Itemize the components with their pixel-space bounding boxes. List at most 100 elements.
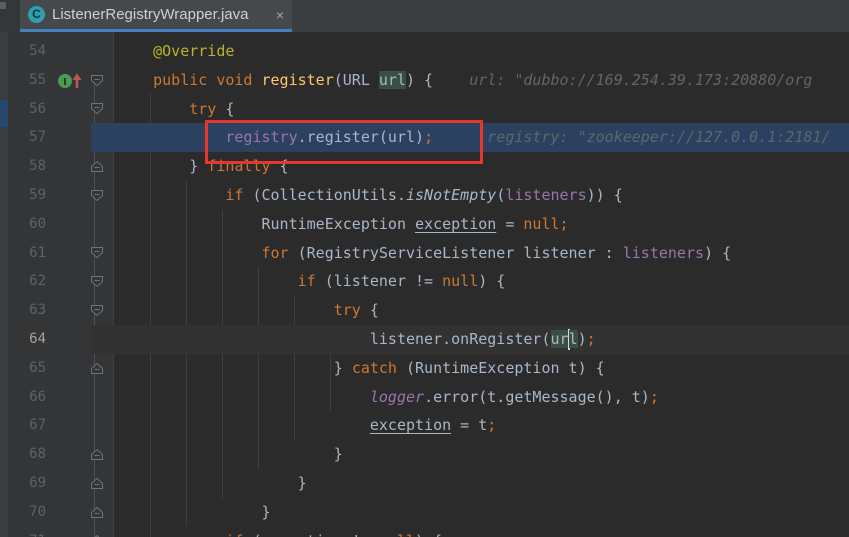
code-line: 66 logger.error(t.getMessage(), t); [0, 383, 849, 412]
code-line: 63 try { [0, 296, 849, 325]
fold-marker[interactable] [83, 267, 117, 296]
ide-editor-window: C ListenerRegistryWrapper.java × 54 @Ove… [0, 0, 849, 537]
code-token: (listener != [316, 272, 442, 290]
code-text[interactable]: if (CollectionUtils.isNotEmpty(listeners… [117, 181, 849, 210]
code-text[interactable]: } [117, 469, 849, 498]
code-text[interactable]: try { [117, 95, 849, 124]
code-text[interactable]: if (listener != null) { [117, 267, 849, 296]
fold-marker[interactable] [83, 296, 117, 325]
code-token: .register(url) [298, 128, 424, 146]
code-text[interactable]: @Override [117, 37, 849, 66]
project-selection-highlight [0, 100, 8, 127]
fold-spacer [83, 383, 117, 412]
project-panel-edge[interactable] [0, 32, 8, 537]
fold-marker[interactable] [83, 469, 117, 498]
code-text[interactable]: } finally { [117, 152, 849, 181]
code-token [252, 71, 261, 89]
code-token: if [298, 272, 316, 290]
fold-marker[interactable] [83, 181, 117, 210]
code-text[interactable]: public void register(URL url) { url: "du… [117, 66, 849, 95]
code-text[interactable]: listener.onRegister(url); [117, 325, 849, 354]
debugger-inline-hint: url: "dubbo://169.254.39.173:20880/org [433, 71, 812, 89]
code-text[interactable]: registry.register(url); registry: "zooke… [117, 123, 849, 152]
chevron-down-fold-icon [90, 189, 104, 202]
editor-tab[interactable]: C ListenerRegistryWrapper.java × [20, 0, 292, 29]
code-line: 71 if (exception != null) { [0, 527, 849, 537]
code-line: 65 } catch (RuntimeException t) { [0, 354, 849, 383]
code-token: ; [487, 416, 496, 434]
code-token: ) { [415, 532, 442, 537]
chevron-down-fold-icon [90, 275, 104, 288]
fold-marker[interactable] [83, 152, 117, 181]
chevron-down-fold-icon [90, 246, 104, 259]
fold-spacer [83, 325, 117, 354]
code-token: url [379, 71, 406, 89]
code-token: } [189, 157, 207, 175]
code-text[interactable]: } catch (RuntimeException t) { [117, 354, 849, 383]
fold-marker[interactable] [83, 66, 117, 95]
fold-marker[interactable] [83, 95, 117, 124]
fold-spacer [83, 411, 117, 440]
code-text[interactable]: try { [117, 296, 849, 325]
tab-close-icon[interactable]: × [276, 8, 284, 22]
code-token: listeners [505, 186, 586, 204]
fold-marker[interactable] [83, 440, 117, 469]
code-token: ; [424, 128, 433, 146]
gutter-icon-spacer [49, 411, 83, 440]
chevron-up-fold-icon [90, 506, 104, 519]
code-token: RuntimeException [262, 215, 416, 233]
code-text[interactable]: } [117, 440, 849, 469]
override-gutter-cell[interactable]: I [49, 66, 83, 95]
code-token: ) { [704, 244, 731, 262]
code-token: ; [587, 330, 596, 348]
code-text[interactable]: exception = t; [117, 411, 849, 440]
code-token: @Override [153, 42, 234, 60]
gutter-icon-spacer [49, 354, 83, 383]
gutter-icon-spacer [49, 181, 83, 210]
gutter-icon-spacer [49, 469, 83, 498]
fold-marker[interactable] [83, 239, 117, 268]
code-text[interactable]: if (exception != null) { [117, 527, 849, 537]
code-token [207, 71, 216, 89]
code-text[interactable]: RuntimeException exception = null; [117, 210, 849, 239]
code-token: exception [262, 532, 343, 537]
code-line: 64 listener.onRegister(url); [0, 325, 849, 354]
code-editor-area[interactable]: 54 @Override55I public void register(URL… [0, 37, 849, 537]
code-token: exception [370, 416, 451, 434]
fold-marker[interactable] [83, 527, 117, 537]
code-line: 67 exception = t; [0, 411, 849, 440]
editor-tab-bar: C ListenerRegistryWrapper.java × [0, 0, 849, 32]
code-token: = t [451, 416, 487, 434]
code-token: ) [578, 330, 587, 348]
code-line: 55I public void register(URL url) { url:… [0, 66, 849, 95]
code-token: { [216, 100, 234, 118]
code-token: if [225, 186, 243, 204]
code-text[interactable]: } [117, 498, 849, 527]
gutter-icon-spacer [49, 440, 83, 469]
code-token: } [262, 503, 271, 521]
code-line: 68 } [0, 440, 849, 469]
code-text[interactable]: for (RegistryServiceListener listener : … [117, 239, 849, 268]
code-token: null [379, 532, 415, 537]
code-token: logger [370, 388, 424, 406]
svg-text:I: I [63, 77, 67, 88]
code-token: try [189, 100, 216, 118]
chevron-down-fold-icon [90, 102, 104, 115]
code-token: (RuntimeException t) { [397, 359, 605, 377]
code-line: 54 @Override [0, 37, 849, 66]
code-line: 69 } [0, 469, 849, 498]
code-text[interactable]: logger.error(t.getMessage(), t); [117, 383, 849, 412]
fold-marker[interactable] [83, 498, 117, 527]
java-class-icon: C [28, 6, 45, 23]
fold-marker[interactable] [83, 354, 117, 383]
code-token: catch [352, 359, 397, 377]
code-line: 57 registry.register(url); registry: "zo… [0, 123, 849, 152]
gutter-icon-spacer [49, 152, 83, 181]
code-token: if [225, 532, 243, 537]
code-token: registry [225, 128, 297, 146]
gutter-icon-spacer [49, 239, 83, 268]
fold-spacer [83, 123, 117, 152]
code-token: ; [560, 215, 569, 233]
chevron-down-fold-icon [90, 304, 104, 317]
code-token: != [343, 532, 379, 537]
